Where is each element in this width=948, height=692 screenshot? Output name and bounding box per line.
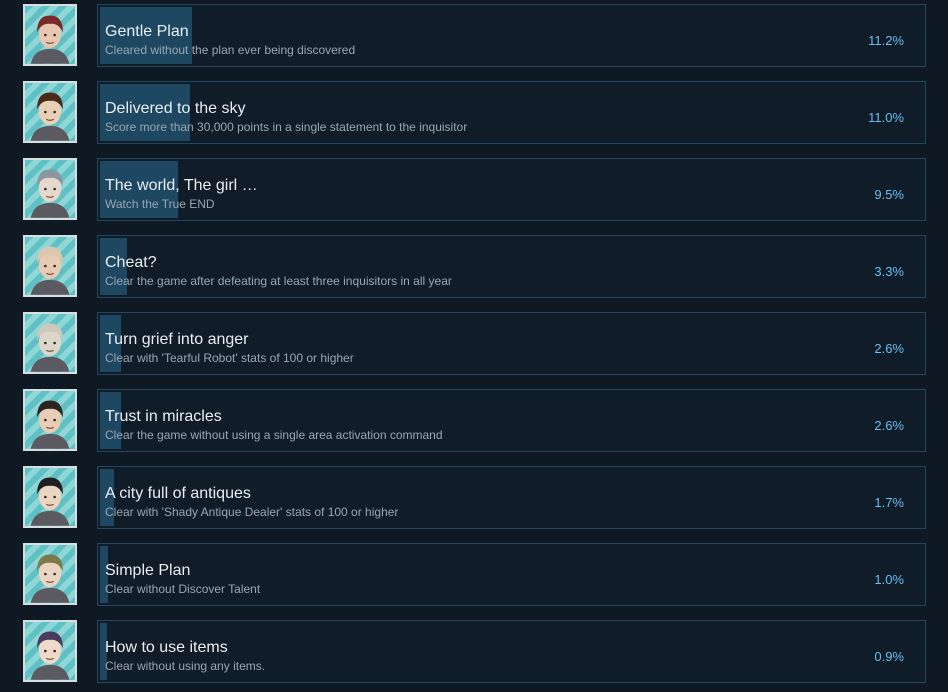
achievement-row[interactable]: The world, The girl … Watch the True END 9…	[0, 154, 948, 231]
achievement-row[interactable]: A city full of antiques Clear with 'Shady…	[0, 462, 948, 539]
achievement-panel[interactable]: How to use items Clear without using any …	[97, 620, 926, 683]
achievement-description: Clear the game after defeating at least …	[105, 274, 452, 288]
achievement-avatar-icon	[23, 389, 77, 451]
unlock-percentage: 3.3%	[874, 264, 904, 279]
achievement-title: Turn grief into anger	[105, 331, 249, 348]
achievement-row[interactable]: Cheat? Clear the game after defeating at …	[0, 231, 948, 308]
achievement-title: Cheat?	[105, 254, 157, 271]
unlock-percentage: 11.0%	[868, 110, 904, 125]
achievement-panel[interactable]: Simple Plan Clear without Discover Talent…	[97, 543, 926, 606]
unlock-percentage: 0.9%	[874, 649, 904, 664]
achievement-avatar-icon	[23, 235, 77, 297]
achievement-panel[interactable]: Delivered to the sky Score more than 30,0…	[97, 81, 926, 144]
achievement-description: Clear without Discover Talent	[105, 582, 261, 596]
achievement-avatar-icon	[23, 81, 77, 143]
achievement-row[interactable]: Delivered to the sky Score more than 30,0…	[0, 77, 948, 154]
unlock-percentage: 1.7%	[874, 495, 904, 510]
achievement-panel[interactable]: Gentle Plan Cleared without the plan ever…	[97, 4, 926, 67]
achievement-description: Watch the True END	[105, 197, 215, 211]
achievement-avatar-icon	[23, 466, 77, 528]
achievement-description: Clear the game without using a single ar…	[105, 428, 443, 442]
achievement-panel[interactable]: Turn grief into anger Clear with 'Tearful…	[97, 312, 926, 375]
achievement-title: How to use items	[105, 639, 228, 656]
achievement-avatar-icon	[23, 312, 77, 374]
unlock-percentage: 11.2%	[868, 33, 904, 48]
achievement-avatar-icon	[23, 620, 77, 682]
unlock-percentage: 2.6%	[874, 341, 904, 356]
achievement-title: Trust in miracles	[105, 408, 222, 425]
unlock-percentage: 1.0%	[874, 572, 904, 587]
achievement-title: A city full of antiques	[105, 485, 251, 502]
achievement-description: Score more than 30,000 points in a singl…	[105, 120, 468, 134]
achievement-avatar-icon	[23, 158, 77, 220]
achievement-row[interactable]: How to use items Clear without using any …	[0, 616, 948, 692]
achievement-avatar-icon	[23, 543, 77, 605]
achievement-description: Cleared without the plan ever being disc…	[105, 43, 356, 57]
achievement-row[interactable]: Turn grief into anger Clear with 'Tearful…	[0, 308, 948, 385]
achievement-panel[interactable]: A city full of antiques Clear with 'Shady…	[97, 466, 926, 529]
achievement-description: Clear with 'Shady Antique Dealer' stats …	[105, 505, 399, 519]
achievement-row[interactable]: Trust in miracles Clear the game without …	[0, 385, 948, 462]
achievement-row[interactable]: Gentle Plan Cleared without the plan ever…	[0, 0, 948, 77]
achievement-list: Gentle Plan Cleared without the plan ever…	[0, 0, 948, 692]
unlock-percentage: 9.5%	[874, 187, 904, 202]
achievement-title: The world, The girl …	[105, 177, 258, 194]
achievement-panel[interactable]: Trust in miracles Clear the game without …	[97, 389, 926, 452]
achievement-avatar-icon	[23, 4, 77, 66]
unlock-percentage: 2.6%	[874, 418, 904, 433]
achievement-title: Gentle Plan	[105, 23, 189, 40]
achievement-description: Clear without using any items.	[105, 659, 266, 673]
achievement-title: Delivered to the sky	[105, 100, 246, 117]
achievement-panel[interactable]: Cheat? Clear the game after defeating at …	[97, 235, 926, 298]
achievement-panel[interactable]: The world, The girl … Watch the True END 9…	[97, 158, 926, 221]
achievement-description: Clear with 'Tearful Robot' stats of 100 …	[105, 351, 354, 365]
achievement-row[interactable]: Simple Plan Clear without Discover Talent…	[0, 539, 948, 616]
achievement-title: Simple Plan	[105, 562, 191, 579]
